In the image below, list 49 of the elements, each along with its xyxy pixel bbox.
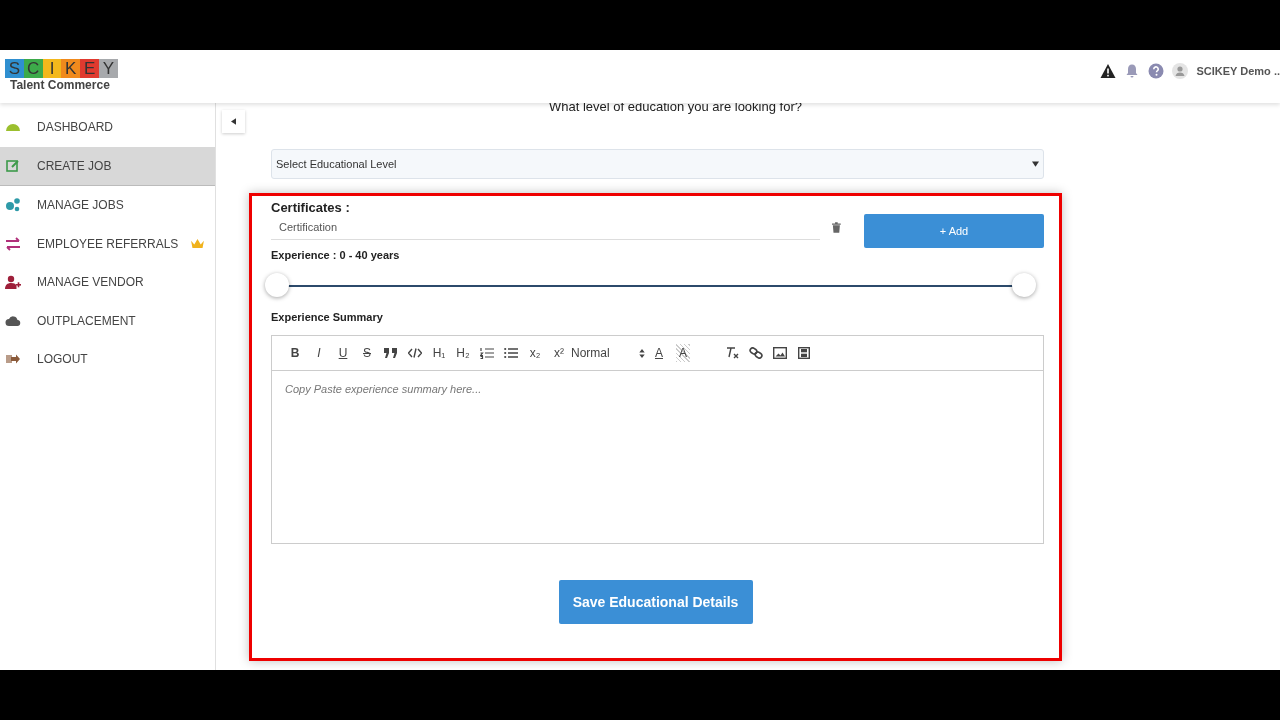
sidebar-item[interactable]: LOGOUT — [0, 340, 215, 379]
bullet-list-icon[interactable] — [504, 347, 518, 359]
sidebar-item[interactable]: MANAGE VENDOR — [0, 263, 215, 302]
text-color-button[interactable]: A — [647, 344, 671, 362]
add-user-icon — [5, 274, 21, 291]
format-button[interactable]: x₂ — [523, 344, 547, 362]
help-icon[interactable] — [1148, 63, 1165, 79]
bold-button[interactable]: B — [283, 344, 307, 362]
warning-icon[interactable] — [1100, 63, 1117, 79]
strike-button[interactable]: S — [355, 344, 379, 362]
certificates-label: Certificates : — [271, 200, 351, 215]
logo-letter: E — [80, 59, 99, 78]
logo-letter: S — [5, 59, 24, 78]
format-button[interactable]: H₂ — [451, 344, 475, 362]
sidebar-item[interactable]: EMPLOYEE REFERRALS — [0, 224, 215, 263]
logo-letter: K — [61, 59, 81, 78]
image-icon[interactable] — [773, 347, 787, 359]
education-select[interactable]: Select Educational Level — [271, 149, 1044, 179]
video-icon[interactable] — [797, 347, 811, 359]
caret-icon — [1032, 161, 1039, 167]
collapse-button[interactable] — [222, 110, 245, 133]
link-icon[interactable] — [749, 347, 763, 359]
summary-field[interactable]: Copy Paste experience summary here... — [271, 371, 1044, 544]
avatar-icon[interactable] — [1172, 63, 1189, 79]
logo-subtitle: Talent Commerce — [10, 78, 111, 92]
user-name[interactable]: SCIKEY Demo .. — [1196, 65, 1280, 77]
arrows-icon — [5, 235, 21, 252]
updown-icon — [639, 348, 645, 358]
sidebar-item[interactable]: CREATE JOB — [0, 146, 215, 186]
edit-icon — [5, 157, 21, 174]
format-select[interactable]: Normal — [571, 344, 647, 362]
format-button[interactable]: H₁ — [427, 344, 451, 362]
clear-format-icon[interactable] — [725, 347, 739, 359]
sidebar-item[interactable]: DASHBOARD — [0, 108, 215, 147]
code-icon[interactable] — [408, 347, 422, 359]
sidebar-item[interactable]: MANAGE JOBS — [0, 186, 215, 225]
trash-icon[interactable] — [832, 222, 841, 233]
format-button[interactable]: x² — [547, 344, 571, 362]
experience-label: Experience : 0 - 40 years — [271, 249, 401, 261]
ordered-list-icon[interactable] — [480, 347, 494, 359]
summary-label: Experience Summary — [271, 311, 384, 323]
sidebar-item[interactable]: OUTPLACEMENT — [0, 301, 215, 340]
slider-thumb[interactable] — [265, 273, 289, 297]
caret-icon — [231, 118, 236, 125]
underline-button[interactable]: U — [331, 344, 355, 362]
slider-thumb[interactable] — [1012, 273, 1036, 297]
italic-button[interactable]: I — [307, 344, 331, 362]
quote-icon[interactable] — [384, 347, 398, 359]
background-color-button[interactable]: A — [676, 344, 690, 362]
